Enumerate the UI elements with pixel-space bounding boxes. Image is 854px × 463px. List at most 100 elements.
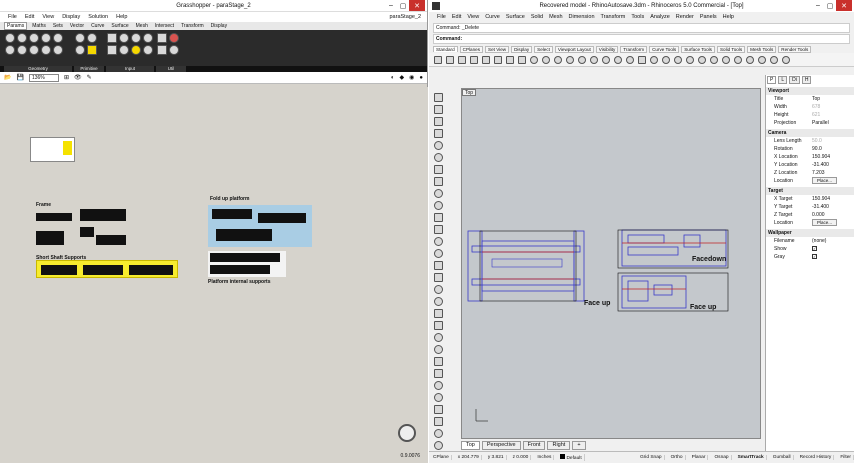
gh-component[interactable] bbox=[83, 265, 123, 275]
gh-component[interactable] bbox=[210, 265, 270, 274]
polygon-icon[interactable] bbox=[434, 177, 443, 186]
zoom-icon[interactable] bbox=[578, 55, 586, 64]
panel-tab-help[interactable]: H bbox=[801, 76, 812, 84]
add-viewport-tab-icon[interactable]: + bbox=[572, 441, 586, 450]
layer-icon[interactable] bbox=[686, 55, 694, 64]
rh-menu-mesh[interactable]: Mesh bbox=[549, 14, 562, 20]
tab-transform[interactable]: Transform bbox=[620, 45, 648, 53]
rh-menu-dimension[interactable]: Dimension bbox=[569, 14, 595, 20]
tab-mesh[interactable]: Mesh bbox=[134, 23, 150, 29]
bake-icon[interactable]: ✎ bbox=[87, 74, 92, 81]
mesh-icon[interactable] bbox=[434, 261, 443, 270]
hide-icon[interactable] bbox=[662, 55, 670, 64]
toggle-osnap[interactable]: Osnap bbox=[712, 455, 732, 460]
surface-icon[interactable] bbox=[434, 213, 443, 222]
component-icon[interactable] bbox=[157, 45, 167, 55]
ribbon-label-geometry[interactable]: Geometry bbox=[4, 66, 72, 72]
tab-curve-tools[interactable]: Curve Tools bbox=[649, 45, 680, 53]
rendered-icon[interactable] bbox=[722, 55, 730, 64]
component-icon[interactable] bbox=[5, 45, 15, 55]
toggle-smarttrack[interactable]: SmartTrack bbox=[736, 455, 767, 460]
component-icon[interactable] bbox=[107, 33, 117, 43]
tab-display[interactable]: Display bbox=[209, 23, 229, 29]
component-icon[interactable] bbox=[131, 45, 141, 55]
zoom-extents-icon[interactable]: ⊞ bbox=[64, 74, 69, 81]
close-icon[interactable]: ✕ bbox=[409, 0, 425, 11]
help-icon[interactable] bbox=[782, 55, 790, 64]
tab-params[interactable]: Params bbox=[4, 22, 28, 30]
zoom-selected-icon[interactable] bbox=[614, 55, 622, 64]
gh-component[interactable] bbox=[210, 253, 280, 262]
text-icon[interactable] bbox=[434, 417, 443, 426]
component-icon[interactable] bbox=[75, 33, 85, 43]
maximize-icon[interactable]: ▢ bbox=[397, 0, 409, 11]
component-icon[interactable] bbox=[87, 33, 97, 43]
component-icon[interactable] bbox=[53, 33, 63, 43]
lock-icon[interactable] bbox=[674, 55, 682, 64]
analyze-icon[interactable] bbox=[434, 429, 443, 438]
component-icon[interactable] bbox=[107, 45, 117, 55]
preview-eye-icon[interactable]: 👁 bbox=[74, 74, 82, 81]
tab-render-tools[interactable]: Render Tools bbox=[778, 45, 812, 53]
prop-value[interactable]: 90.0 bbox=[810, 146, 854, 152]
rh-menu-view[interactable]: View bbox=[467, 14, 479, 20]
gh-menu-display[interactable]: Display bbox=[62, 14, 80, 20]
gh-component[interactable] bbox=[36, 213, 72, 221]
viewport-tab-perspective[interactable]: Perspective bbox=[481, 441, 521, 450]
freeform-icon[interactable] bbox=[434, 201, 443, 210]
tab-mesh-tools[interactable]: Mesh Tools bbox=[747, 45, 777, 53]
panel-tab-display[interactable]: Di bbox=[789, 76, 800, 84]
component-icon[interactable] bbox=[41, 45, 51, 55]
component-icon[interactable] bbox=[87, 45, 97, 55]
maximize-icon[interactable]: ▢ bbox=[824, 0, 836, 11]
close-icon[interactable]: ✕ bbox=[836, 0, 852, 11]
array-icon[interactable] bbox=[434, 393, 443, 402]
extrude-icon[interactable] bbox=[434, 225, 443, 234]
show-checkbox[interactable]: ✓ bbox=[812, 246, 817, 251]
ellipse-icon[interactable] bbox=[434, 189, 443, 198]
fillet-icon[interactable] bbox=[434, 285, 443, 294]
four-view-icon[interactable] bbox=[638, 55, 646, 64]
redo-icon[interactable] bbox=[542, 55, 550, 64]
prop-value[interactable]: -31.400 bbox=[810, 162, 854, 168]
zoom-field[interactable]: 136% bbox=[28, 73, 59, 82]
component-icon[interactable] bbox=[53, 45, 63, 55]
gh-panel[interactable] bbox=[63, 141, 72, 155]
ribbon-label-primitive[interactable]: Primitive bbox=[74, 66, 104, 72]
component-icon[interactable] bbox=[75, 45, 85, 55]
component-icon[interactable] bbox=[131, 33, 141, 43]
tab-standard[interactable]: Standard bbox=[433, 46, 458, 52]
status-cplane[interactable]: CPlane bbox=[431, 455, 452, 460]
paste-icon[interactable] bbox=[518, 55, 526, 64]
copy-transform-icon[interactable] bbox=[434, 345, 443, 354]
zoom-window-icon[interactable] bbox=[590, 55, 598, 64]
rotate-transform-icon[interactable] bbox=[434, 357, 443, 366]
new-icon[interactable] bbox=[434, 55, 442, 64]
toggle-ortho[interactable]: Ortho bbox=[669, 455, 686, 460]
prop-value[interactable]: 150.904 bbox=[810, 196, 854, 202]
tab-viewport-layout[interactable]: Viewport Layout bbox=[554, 45, 594, 53]
preview-mode-icon[interactable]: ◆ bbox=[400, 74, 405, 81]
material-icon[interactable] bbox=[746, 55, 754, 64]
tab-maths[interactable]: Maths bbox=[30, 23, 48, 29]
open-icon[interactable] bbox=[446, 55, 454, 64]
gh-component[interactable] bbox=[80, 209, 126, 221]
prop-value[interactable]: (none) bbox=[810, 238, 854, 244]
rh-menu-render[interactable]: Render bbox=[676, 14, 694, 20]
toggle-record-history[interactable]: Record History bbox=[798, 455, 835, 460]
prop-value[interactable]: Top bbox=[810, 96, 854, 102]
prop-value[interactable]: -31.400 bbox=[810, 204, 854, 210]
shaded-icon[interactable] bbox=[710, 55, 718, 64]
rh-menu-help[interactable]: Help bbox=[723, 14, 734, 20]
group-frame[interactable] bbox=[36, 209, 128, 253]
tab-cplanes[interactable]: CPlanes bbox=[459, 45, 484, 53]
render-icon[interactable] bbox=[734, 55, 742, 64]
ribbon-label-util[interactable]: Util bbox=[156, 66, 186, 72]
component-icon[interactable] bbox=[143, 45, 153, 55]
ribbon-label-input[interactable]: Input bbox=[106, 66, 154, 72]
gh-component[interactable] bbox=[129, 265, 173, 275]
tab-solid-tools[interactable]: Solid Tools bbox=[716, 45, 746, 53]
component-icon[interactable] bbox=[119, 33, 129, 43]
toggle-filter[interactable]: Filter bbox=[838, 455, 854, 460]
gh-menu-file[interactable]: File bbox=[8, 14, 17, 20]
